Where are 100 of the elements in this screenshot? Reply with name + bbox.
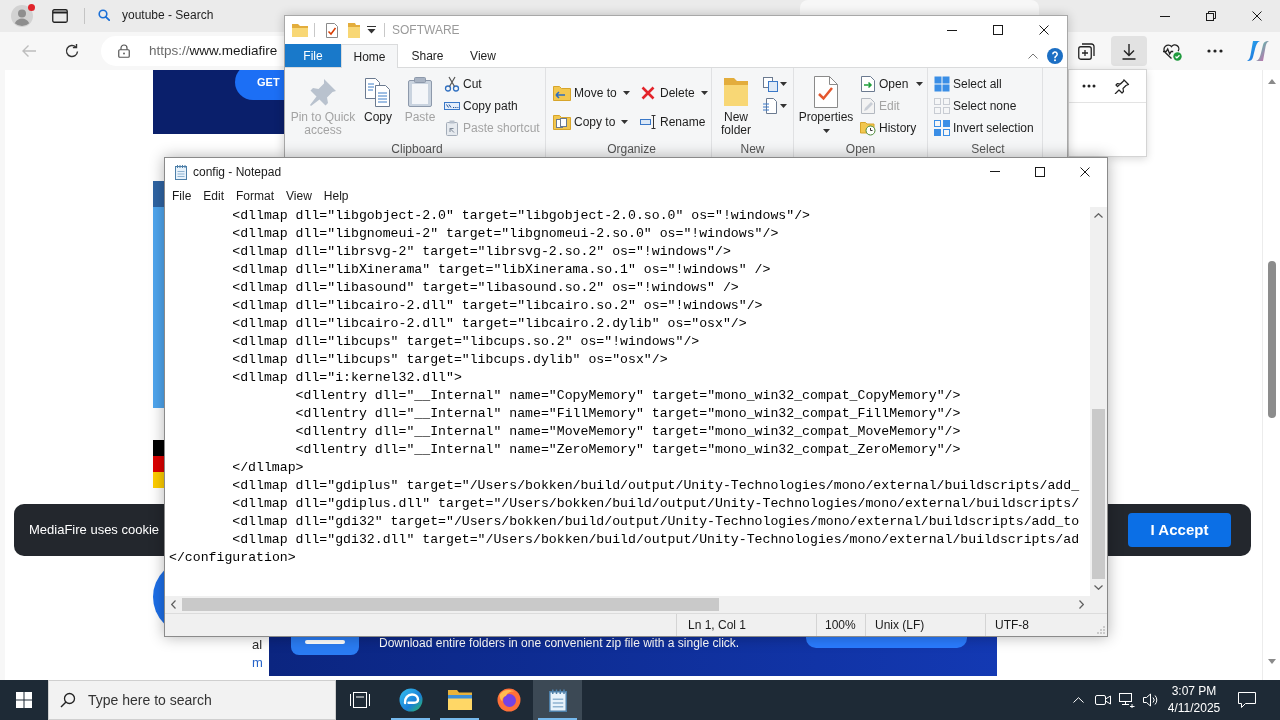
ribbon-button[interactable]: New folder [712,68,760,139]
ribbon-button[interactable]: Cut [444,73,540,95]
folder-icon [348,22,360,38]
page-scrollbar[interactable] [1262,70,1280,680]
group-label: Clipboard [391,142,443,156]
ribbon-button[interactable]: Copy [357,68,399,126]
text-line: </dllmap> [232,459,304,477]
menu-item[interactable]: View [280,186,318,206]
status-text: Unix (LF) [875,617,925,634]
ribbon-button[interactable]: Select none [934,95,1034,117]
scroll-right-icon [1079,600,1084,609]
text-line: <dllmap dll="gdi32.dll" target="/Users/bokken/build/output/Unity-Technologies/mono/external/buildscripts/ad [232,531,1080,549]
more-icon [1082,84,1096,88]
ribbon-button[interactable]: Invert selection [934,117,1034,139]
ribbon-tab[interactable]: Home [341,44,398,68]
maximize-icon [1034,166,1045,177]
folder-icon [292,23,308,37]
promo-text: Download entire folders in one convenient zip file with a single click. [379,637,740,650]
text-line: <dllmap dll="libcairo-2.dll" target="libcairo.2.dylib" os="osx"/> [232,315,747,333]
mixed-grid-icon [934,120,950,136]
caret-icon [780,82,787,86]
back-arrow-icon [21,44,37,58]
clipboard-icon [408,77,432,107]
body-text: al [252,636,263,654]
ribbon-button[interactable]: Open [860,73,924,95]
restore-icon [1206,11,1216,21]
caret-icon [621,119,629,124]
get-button[interactable]: GET [235,70,284,100]
link[interactable]: m [252,654,263,672]
vertical-scrollbar[interactable] [1090,207,1107,596]
status-text: Ln 1, Col 1 [688,617,747,634]
maximize-icon [993,25,1003,35]
status-text: 100% [825,617,856,634]
ribbon-button[interactable]: History [860,117,924,139]
scroll-up-icon [1267,79,1276,84]
menu-item[interactable]: Format [230,186,281,206]
minimize-icon [947,29,957,31]
address-field[interactable]: https://www.mediafire [101,36,284,66]
taskbar-app[interactable] [533,680,582,720]
clipboard-shortcut-icon [446,120,458,136]
path-icon [444,102,460,110]
status-text: UTF-8 [995,617,1029,634]
clock-button[interactable]: 3:07 PM 4/11/2025 [1163,680,1225,720]
cookie-text: MediaFire uses cookie [29,521,160,540]
search-icon [60,692,76,708]
horizontal-scrollbar[interactable] [165,596,1090,613]
close-icon [1079,166,1090,177]
menu-item[interactable]: Help [317,186,355,206]
ribbon-button[interactable] [762,95,787,117]
folder-icon [723,77,749,107]
window-title: SOFTWARE [392,22,460,39]
ribbon-button[interactable]: Move to [552,78,638,107]
square-plus-icon [1077,42,1095,60]
notification-icon [1238,691,1256,709]
resize-grip-icon [1097,626,1105,634]
copy-icon [364,77,392,107]
download-icon [1121,42,1137,60]
group-label: New [740,142,765,156]
scroll-thumb[interactable] [182,598,719,611]
text-line: <dllmap dll="libasound" target="libasound.so.2" os="!windows" /> [232,279,739,297]
text-line: <dllmap dll="libcups" target="libcups.so.2" os="!windows"/> [232,333,700,351]
scroll-thumb[interactable] [1267,261,1276,418]
volume-icon [1143,693,1159,707]
ribbon-tab[interactable]: File [285,44,341,67]
minimize-icon [989,171,1000,172]
ribbon-tab[interactable]: Share [398,44,457,67]
document-check-icon [814,76,838,108]
ribbon-button[interactable]: Copy path [444,95,540,117]
ribbon-button[interactable]: Properties [794,68,858,135]
tab-actions-icon [52,9,68,23]
caret-icon [822,129,830,133]
browser-tab[interactable]: youtube - Search [88,0,284,32]
scroll-up-icon [1094,213,1103,218]
folder-arrow-icon [553,84,571,101]
camera-icon [1095,694,1111,706]
avatar-icon [11,5,33,27]
text-line: <dllentry dll="__Internal" name="ZeroMemory" target="mono_win32_compat_ZeroMemory"/> [295,441,961,459]
caret-icon [916,82,924,86]
close-icon [1039,25,1049,35]
folder-clock-icon [860,120,876,136]
minimize-icon [1160,15,1170,17]
refresh-icon [64,43,80,59]
text-line: <dllentry dll="__Internal" name="MoveMemory" target="mono_win32_compat_MoveMemory"/> [295,423,961,441]
ribbon-button[interactable]: Select all [934,73,1034,95]
ribbon-button[interactable]: Copy to [552,107,638,136]
ribbon-button[interactable]: Rename [638,107,708,136]
menu-item[interactable]: File [166,186,198,206]
windows-logo-icon [16,692,32,708]
scroll-thumb[interactable] [1092,409,1105,579]
search-field[interactable]: Type here to search [48,680,336,720]
download-button[interactable] [1111,36,1147,66]
ribbon-tab[interactable]: View [457,44,509,67]
folder-copy-icon [553,113,571,130]
accept-button[interactable]: I Accept [1128,513,1231,547]
document-pencil-icon [861,98,875,114]
swirl-logo-icon [398,688,423,712]
ribbon-button[interactable]: Delete [638,78,708,107]
chevron-up-icon [1072,697,1084,703]
menu-item[interactable]: Edit [197,186,231,206]
tab-actions-button[interactable] [50,6,70,26]
